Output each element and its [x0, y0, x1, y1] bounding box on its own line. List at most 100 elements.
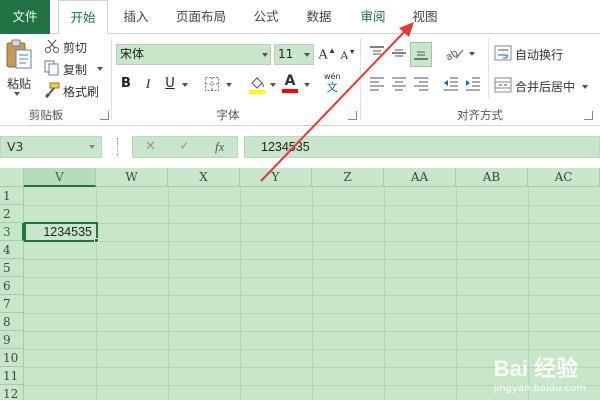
- orientation-dropdown-icon[interactable]: [469, 52, 475, 56]
- row-header-5[interactable]: 5: [0, 259, 24, 277]
- tab-insert[interactable]: 插入: [113, 0, 159, 34]
- fill-color-button[interactable]: [248, 74, 266, 97]
- name-box-dropdown-icon[interactable]: [89, 145, 95, 149]
- cancel-icon[interactable]: ✕: [145, 139, 156, 154]
- row-header-12[interactable]: 12: [0, 385, 24, 400]
- wrap-text-button[interactable]: 自动换行: [494, 44, 563, 65]
- row-header-6[interactable]: 6: [0, 277, 24, 295]
- watermark-logo: Bai 经验 jingyan.baidu.com: [494, 351, 586, 394]
- wrap-text-label: 自动换行: [515, 48, 564, 62]
- column-header-aa[interactable]: AA: [384, 168, 456, 187]
- phonetic-guide-label: wén: [324, 72, 341, 81]
- merge-center-button[interactable]: 合并后居中: [494, 76, 575, 97]
- font-size-dropdown-icon[interactable]: [304, 53, 310, 57]
- cut-button[interactable]: 剪切: [44, 38, 87, 57]
- group-divider: [111, 38, 112, 120]
- phonetic-guide-button[interactable]: wén 文: [324, 72, 341, 94]
- gridline: [312, 187, 313, 400]
- align-bottom-icon: [412, 44, 430, 65]
- merge-center-dropdown-icon[interactable]: [582, 85, 588, 89]
- align-top-button[interactable]: [368, 44, 386, 65]
- font-color-icon: A: [284, 73, 296, 89]
- row-header-8[interactable]: 8: [0, 313, 24, 331]
- decrease-indent-button[interactable]: [442, 74, 460, 95]
- group-divider: [360, 38, 361, 120]
- paint-bucket-icon: [248, 74, 266, 97]
- tab-home[interactable]: 开始: [58, 0, 108, 35]
- font-launcher-icon[interactable]: [348, 111, 357, 120]
- align-middle-button[interactable]: [390, 44, 408, 65]
- gridline: [240, 187, 241, 400]
- row-header-11[interactable]: 11: [0, 367, 24, 385]
- italic-button[interactable]: I: [138, 74, 158, 94]
- orientation-button[interactable]: ab: [444, 44, 466, 65]
- align-center-button[interactable]: [390, 74, 408, 95]
- column-header-w[interactable]: W: [96, 168, 168, 187]
- gridline: [96, 187, 97, 400]
- enter-check-icon[interactable]: ✓: [179, 139, 190, 154]
- column-header-x[interactable]: X: [168, 168, 240, 187]
- tab-page-layout[interactable]: 页面布局: [165, 0, 237, 34]
- row-header-3[interactable]: 3: [0, 223, 24, 241]
- row-header-4[interactable]: 4: [0, 241, 24, 259]
- column-header-z[interactable]: Z: [312, 168, 384, 187]
- increase-font-size-button[interactable]: A▲: [318, 46, 336, 64]
- text-orientation-icon: ab: [444, 44, 466, 65]
- row-header-1[interactable]: 1: [0, 187, 24, 205]
- underline-button[interactable]: U: [160, 74, 180, 94]
- formula-bar-splitter[interactable]: [117, 138, 119, 156]
- align-middle-icon: [390, 44, 408, 65]
- borders-dropdown-icon[interactable]: [226, 83, 232, 87]
- alignment-launcher-icon[interactable]: [584, 111, 593, 120]
- copy-icon: [44, 60, 60, 79]
- increase-indent-button[interactable]: [464, 74, 482, 95]
- fill-handle[interactable]: [94, 238, 99, 243]
- font-name-box[interactable]: 宋体: [116, 44, 271, 65]
- row-header-9[interactable]: 9: [0, 331, 24, 349]
- row-header-10[interactable]: 10: [0, 349, 24, 367]
- formula-input[interactable]: 1234535: [244, 136, 600, 158]
- align-right-button[interactable]: [412, 74, 430, 95]
- font-name-dropdown-icon[interactable]: [262, 53, 268, 57]
- align-left-button[interactable]: [368, 74, 386, 95]
- column-header-ab[interactable]: AB: [456, 168, 528, 187]
- paste-dropdown-icon[interactable]: [14, 92, 20, 96]
- underline-dropdown-icon[interactable]: [182, 83, 188, 87]
- tab-review[interactable]: 审阅: [350, 0, 396, 34]
- borders-button[interactable]: [204, 76, 220, 95]
- increase-indent-icon: [464, 74, 482, 95]
- bold-button[interactable]: B: [116, 74, 136, 94]
- copy-dropdown-icon[interactable]: [97, 67, 103, 71]
- wrap-text-icon: [494, 44, 512, 65]
- insert-function-icon[interactable]: fx: [215, 139, 224, 155]
- column-header-ac[interactable]: AC: [528, 168, 600, 187]
- font-color-button[interactable]: A: [282, 74, 298, 93]
- fill-color-dropdown-icon[interactable]: [270, 83, 276, 87]
- align-right-icon: [412, 74, 430, 95]
- clipboard-launcher-icon[interactable]: [100, 111, 109, 120]
- tab-view[interactable]: 视图: [402, 0, 448, 34]
- align-bottom-button[interactable]: [410, 42, 432, 67]
- format-painter-button[interactable]: 格式刷: [44, 82, 99, 101]
- tab-data[interactable]: 数据: [296, 0, 342, 34]
- copy-button[interactable]: 复制: [44, 60, 87, 79]
- font-color-dropdown-icon[interactable]: [304, 83, 310, 87]
- paste-button[interactable]: 粘贴: [4, 38, 34, 92]
- copy-label: 复制: [63, 63, 88, 77]
- tab-file[interactable]: 文件: [0, 0, 50, 34]
- svg-text:ab: ab: [444, 48, 460, 62]
- tab-formulas[interactable]: 公式: [243, 0, 289, 34]
- select-all-corner[interactable]: [0, 168, 24, 187]
- column-header-v[interactable]: V: [24, 168, 96, 187]
- column-header-y[interactable]: Y: [240, 168, 312, 187]
- cut-label: 剪切: [63, 41, 88, 55]
- watermark-url: jingyan.baidu.com: [493, 383, 586, 394]
- ribbon-home: 粘贴 剪切 复制 格式刷 剪贴板 宋体 11 A▲ A▼ B I U A wén…: [0, 34, 600, 126]
- row-header-2[interactable]: 2: [0, 205, 24, 223]
- phonetic-guide-icon: 文: [326, 81, 338, 94]
- align-top-icon: [368, 44, 386, 65]
- decrease-font-size-button[interactable]: A▼: [340, 48, 356, 63]
- row-header-7[interactable]: 7: [0, 295, 24, 313]
- name-box[interactable]: V3: [0, 136, 102, 158]
- align-left-icon: [368, 74, 386, 95]
